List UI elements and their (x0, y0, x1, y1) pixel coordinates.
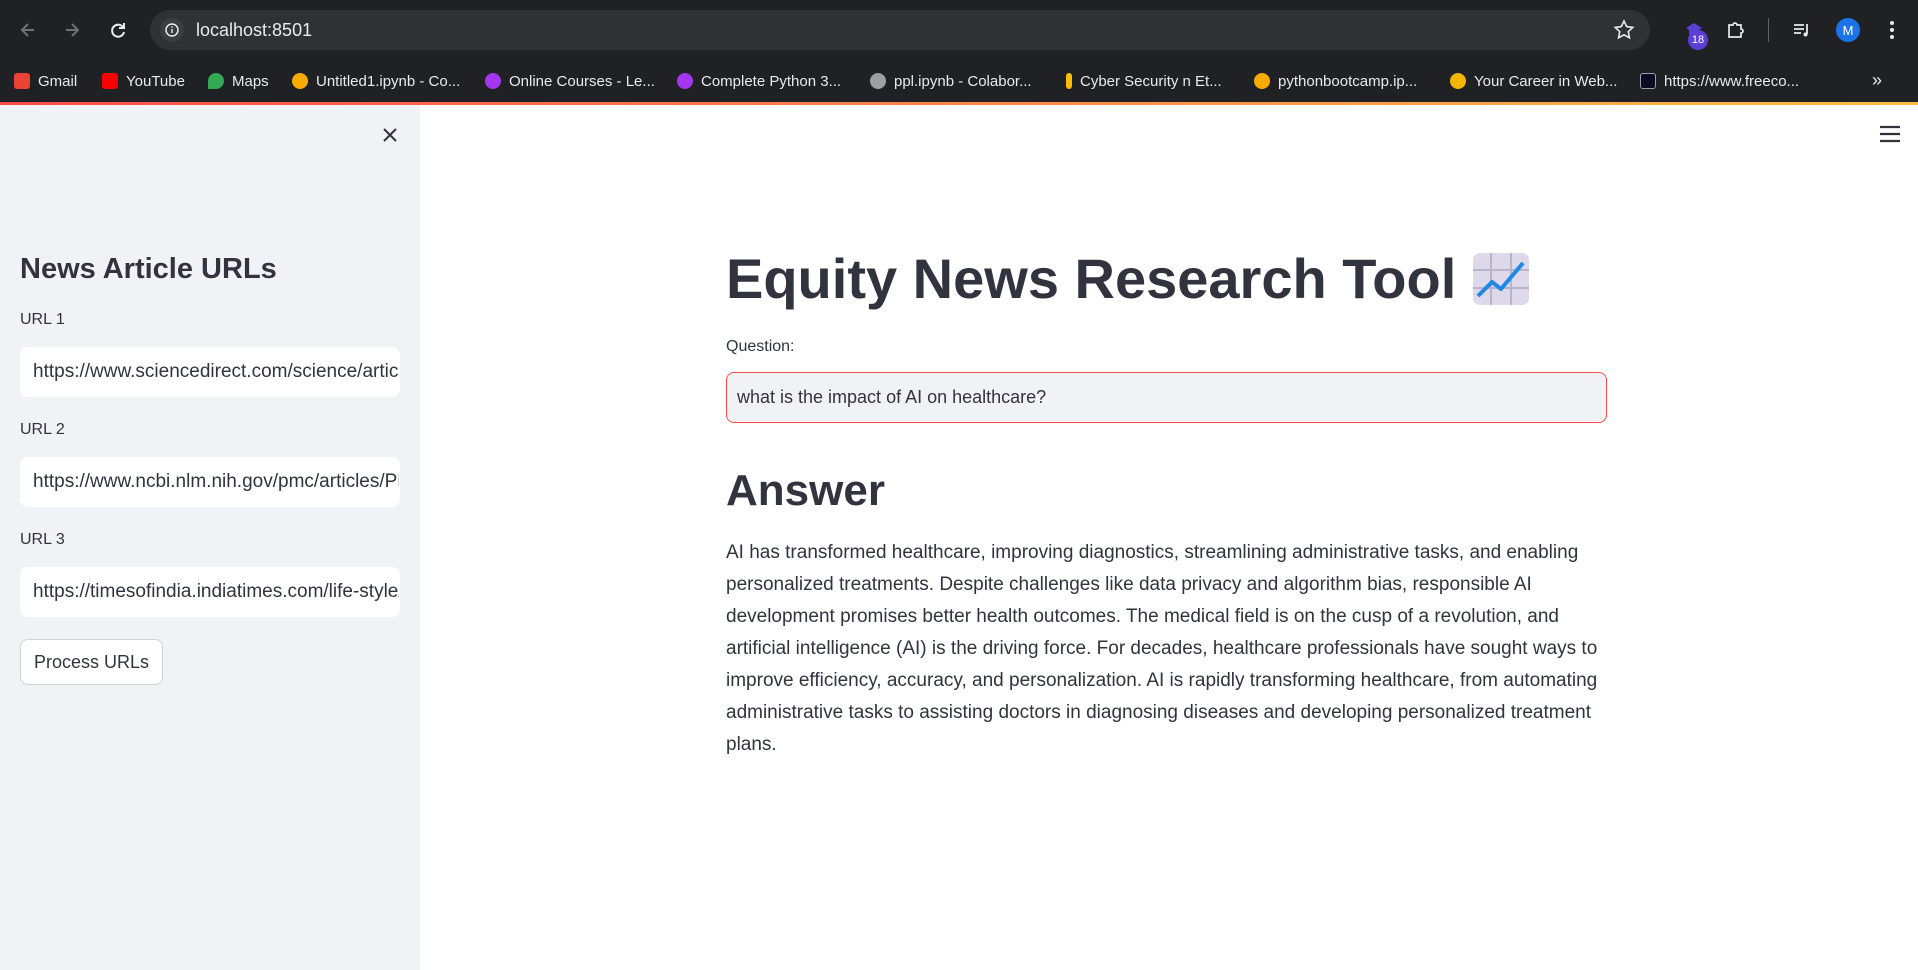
bookmark-item[interactable]: YouTube (102, 70, 185, 92)
back-button[interactable] (12, 14, 44, 46)
chart-increasing-icon (1473, 252, 1530, 305)
freecodecamp-icon (1640, 73, 1656, 89)
url-text[interactable]: localhost:8501 (196, 20, 312, 41)
bookmark-item[interactable]: Your Career in Web... (1450, 70, 1617, 92)
arrow-left-icon (20, 23, 34, 37)
answer-heading: Answer (726, 466, 885, 515)
udemy-icon (485, 73, 501, 89)
hamburger-menu-icon[interactable] (1878, 124, 1902, 144)
colab-icon (870, 73, 886, 89)
extension-badge: 18 (1688, 30, 1708, 50)
sidebar: News Article URLs URL 1 https://www.scie… (0, 105, 420, 970)
colab-icon (1254, 73, 1270, 89)
bookmark-star-icon[interactable] (1612, 18, 1636, 42)
bookmarks-bar: Gmail YouTube Maps Untitled1.ipynb - Co.… (0, 60, 1918, 102)
bookmark-item[interactable]: Complete Python 3... (677, 70, 841, 92)
address-bar[interactable]: localhost:8501 (150, 10, 1650, 50)
page-title-text: Equity News Research Tool (726, 247, 1457, 310)
media-control-icon[interactable] (1788, 16, 1816, 44)
youtube-icon (102, 73, 118, 89)
url-2-input[interactable]: https://www.ncbi.nlm.nih.gov/pmc/article… (20, 457, 400, 507)
udemy-icon (677, 73, 693, 89)
url-3-label: URL 3 (20, 531, 65, 548)
url-1-input[interactable]: https://www.sciencedirect.com/science/ar… (20, 347, 400, 397)
bookmark-item[interactable]: ppl.ipynb - Colabor... (870, 70, 1032, 92)
process-urls-button[interactable]: Process URLs (20, 639, 163, 685)
question-input[interactable]: what is the impact of AI on healthcare? (726, 372, 1607, 423)
bookmark-item[interactable]: Untitled1.ipynb - Co... (292, 70, 460, 92)
forward-button[interactable] (56, 14, 88, 46)
puzzle-icon[interactable] (1722, 16, 1750, 44)
url-1-label: URL 1 (20, 311, 65, 328)
bookmark-item[interactable]: Maps (208, 70, 269, 92)
maps-icon (208, 73, 224, 89)
reload-icon (111, 23, 125, 38)
bookmark-item[interactable]: Online Courses - Le... (485, 70, 655, 92)
colab-icon (292, 73, 308, 89)
answer-text: AI has transformed healthcare, improving… (726, 542, 1598, 755)
bookmark-item[interactable]: https://www.freeco... (1640, 70, 1799, 92)
gmail-icon (14, 73, 30, 89)
kebab-menu-icon[interactable] (1878, 16, 1906, 44)
bookmarks-overflow-icon[interactable]: » (1872, 70, 1882, 91)
reload-button[interactable] (102, 14, 134, 46)
profile-avatar[interactable]: M (1836, 18, 1860, 42)
toolbar-divider (1768, 18, 1769, 42)
arrow-right-icon (66, 23, 80, 37)
page-title: Equity News Research Tool (726, 246, 1530, 311)
close-icon[interactable] (378, 123, 402, 147)
site-info-icon[interactable] (160, 18, 184, 42)
url-2-label: URL 2 (20, 421, 65, 438)
sidebar-title: News Article URLs (20, 253, 277, 285)
bookmark-icon (1450, 73, 1466, 89)
url-3-input[interactable]: https://timesofindia.indiatimes.com/life… (20, 567, 400, 617)
question-label: Question: (726, 338, 795, 355)
bookmark-item[interactable]: Gmail (14, 70, 77, 92)
bookmark-item[interactable]: pythonbootcamp.ip... (1254, 70, 1417, 92)
bookmark-item[interactable]: Cyber Security n Et... (1066, 70, 1222, 92)
bookmark-icon (1066, 73, 1072, 89)
browser-toolbar: localhost:8501 18 M (0, 0, 1918, 60)
